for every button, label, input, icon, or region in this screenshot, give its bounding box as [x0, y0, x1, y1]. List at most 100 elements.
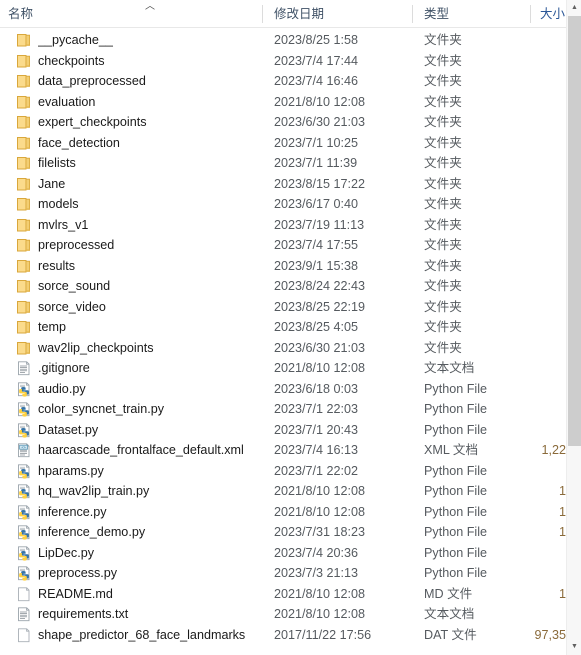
sort-ascending-icon: ︿ — [145, 1, 155, 12]
file-size-cell — [510, 379, 566, 400]
column-header-date-modified[interactable]: 修改日期 — [274, 0, 404, 28]
scrollbar-thumb[interactable] — [568, 16, 581, 446]
file-row[interactable]: results 2023/9/1 15:38 文件夹 — [0, 256, 566, 277]
file-size-cell — [510, 112, 566, 133]
column-divider-type[interactable] — [530, 5, 531, 23]
file-row[interactable]: checkpoints 2023/7/4 17:44 文件夹 — [0, 51, 566, 72]
file-type-cell: 文件夹 — [424, 74, 462, 88]
folder-icon — [16, 156, 32, 171]
file-row[interactable]: shape_predictor_68_face_landmarks 2017/11… — [0, 625, 566, 646]
file-size-cell — [510, 297, 566, 318]
python-file-icon — [16, 525, 32, 540]
file-row[interactable]: __pycache__ 2023/8/25 1:58 文件夹 — [0, 30, 566, 51]
file-row[interactable]: sorce_sound 2023/8/24 22:43 文件夹 — [0, 276, 566, 297]
file-explorer-list-view: 名称 ︿ 修改日期 类型 大小 __pycache__ 2023/8/25 1:5… — [0, 0, 581, 655]
file-row[interactable]: Jane 2023/8/15 17:22 文件夹 — [0, 174, 566, 195]
file-size-cell: 1 — [558, 525, 566, 539]
vertical-scrollbar[interactable]: ▲ ▼ — [566, 0, 581, 655]
file-date-cell: 2023/8/24 22:43 — [274, 279, 366, 293]
file-date-cell: 2023/8/15 17:22 — [274, 176, 366, 191]
file-row[interactable]: filelists 2023/7/1 11:39 文件夹 — [0, 153, 566, 174]
file-row[interactable]: .gitignore 2021/8/10 12:08 文本文档 — [0, 358, 566, 379]
folder-icon — [16, 177, 32, 192]
file-row[interactable]: color_syncnet_train.py 2023/7/1 22:03 Pyth… — [0, 399, 566, 420]
file-name-cell: mvlrs_v1 — [38, 217, 89, 232]
file-row[interactable]: preprocessed 2023/7/4 17:55 文件夹 — [0, 235, 566, 256]
file-date-cell: 2023/8/25 1:58 — [274, 33, 359, 47]
file-name-cell: hparams.py — [38, 463, 104, 478]
file-type-cell: MD 文件 — [424, 586, 473, 601]
file-name-cell: LipDec.py — [38, 545, 95, 560]
folder-icon — [16, 320, 32, 335]
file-row[interactable]: models 2023/6/17 0:40 文件夹 — [0, 194, 566, 215]
file-list[interactable]: __pycache__ 2023/8/25 1:58 文件夹 checkpoints 2… — [0, 30, 566, 655]
file-size-cell — [510, 399, 566, 420]
file-row[interactable]: <> haarcascade_frontalface_default.xml 202… — [0, 440, 566, 461]
file-type-cell: Python File — [424, 402, 487, 416]
file-name-cell: results — [38, 258, 76, 273]
file-row[interactable]: inference_demo.py 2023/7/31 18:23 Python F… — [0, 522, 566, 543]
column-header-name[interactable]: 名称 — [8, 0, 258, 28]
python-file-icon — [16, 504, 32, 520]
file-date-cell: 2023/9/1 15:38 — [274, 258, 359, 273]
file-type-cell: Python File — [424, 463, 487, 478]
folder-icon — [16, 300, 32, 315]
file-size-cell — [510, 215, 566, 236]
file-type-cell: 文件夹 — [424, 94, 462, 109]
python-file-icon — [16, 463, 32, 479]
file-type-cell: 文本文档 — [424, 361, 475, 375]
file-row[interactable]: LipDec.py 2023/7/4 20:36 Python File — [0, 543, 566, 564]
file-type-cell: 文件夹 — [424, 217, 462, 232]
blank-file-icon — [16, 627, 32, 643]
file-row[interactable]: Dataset.py 2023/7/1 20:43 Python File — [0, 420, 566, 441]
file-date-cell: 2023/7/1 10:25 — [274, 135, 359, 150]
file-type-cell: Python File — [424, 381, 487, 396]
file-row[interactable]: wav2lip_checkpoints 2023/6/30 21:03 文件夹 — [0, 338, 566, 359]
file-row[interactable]: requirements.txt 2021/8/10 12:08 文本文档 — [0, 604, 566, 625]
file-type-cell: 文件夹 — [424, 33, 462, 47]
file-type-cell: Python File — [424, 545, 487, 560]
file-date-cell: 2023/7/4 16:13 — [274, 443, 359, 457]
file-row[interactable]: mvlrs_v1 2023/7/19 11:13 文件夹 — [0, 215, 566, 236]
file-name-cell: README.md — [38, 586, 113, 601]
file-name-cell: expert_checkpoints — [38, 115, 147, 129]
blank-file-icon — [16, 586, 32, 602]
file-date-cell: 2021/8/10 12:08 — [274, 94, 366, 109]
file-type-cell: 文件夹 — [424, 197, 462, 211]
scroll-up-arrow-icon[interactable]: ▲ — [567, 0, 581, 16]
file-type-cell: 文件夹 — [424, 135, 462, 150]
file-row[interactable]: hparams.py 2023/7/1 22:02 Python File — [0, 461, 566, 482]
file-date-cell: 2023/6/30 21:03 — [274, 115, 366, 129]
text-file-icon — [16, 607, 32, 622]
file-row[interactable]: preprocess.py 2023/7/3 21:13 Python File — [0, 563, 566, 584]
column-divider-date[interactable] — [412, 5, 413, 23]
file-type-cell: Python File — [424, 525, 487, 539]
file-size-cell — [510, 358, 566, 379]
file-row[interactable]: audio.py 2023/6/18 0:03 Python File — [0, 379, 566, 400]
column-header-size[interactable]: 大小 — [540, 0, 566, 28]
file-row[interactable]: expert_checkpoints 2023/6/30 21:03 文件夹 — [0, 112, 566, 133]
file-name-cell: wav2lip_checkpoints — [38, 340, 154, 355]
column-divider-name[interactable] — [262, 5, 263, 23]
file-name-cell: models — [38, 197, 79, 211]
text-file-icon — [16, 361, 32, 376]
folder-icon — [16, 95, 32, 110]
file-type-cell: 文件夹 — [424, 115, 462, 129]
file-size-cell — [510, 317, 566, 338]
file-name-cell: requirements.txt — [38, 607, 129, 621]
file-row[interactable]: inference.py 2021/8/10 12:08 Python File 1 — [0, 502, 566, 523]
file-type-cell: 文件夹 — [424, 320, 462, 334]
folder-icon — [16, 74, 32, 89]
file-name-cell: shape_predictor_68_face_landmarks — [38, 627, 246, 642]
file-row[interactable]: evaluation 2021/8/10 12:08 文件夹 — [0, 92, 566, 113]
column-header-type[interactable]: 类型 — [424, 0, 524, 28]
file-row[interactable]: sorce_video 2023/8/25 22:19 文件夹 — [0, 297, 566, 318]
scroll-down-arrow-icon[interactable]: ▼ — [567, 639, 581, 655]
file-row[interactable]: temp 2023/8/25 4:05 文件夹 — [0, 317, 566, 338]
file-row[interactable]: hq_wav2lip_train.py 2021/8/10 12:08 Python… — [0, 481, 566, 502]
file-row[interactable]: data_preprocessed 2023/7/4 16:46 文件夹 — [0, 71, 566, 92]
file-row[interactable]: face_detection 2023/7/1 10:25 文件夹 — [0, 133, 566, 154]
file-name-cell: .gitignore — [38, 361, 90, 375]
file-row[interactable]: README.md 2021/8/10 12:08 MD 文件 1 — [0, 584, 566, 605]
file-type-cell: Python File — [424, 566, 487, 580]
